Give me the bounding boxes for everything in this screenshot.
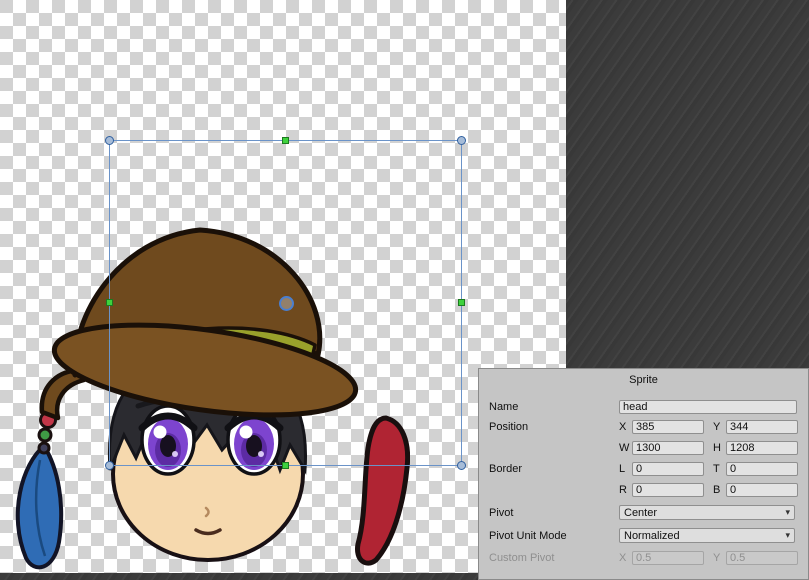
name-row: Name (489, 398, 795, 415)
position-row-xy: Position X Y (489, 418, 795, 435)
border-l-input[interactable] (632, 462, 704, 476)
border-b-input[interactable] (726, 483, 798, 497)
position-w-input[interactable] (632, 441, 704, 455)
selection-handle-bottom-left[interactable] (105, 461, 114, 470)
selection-handle-top-left[interactable] (105, 136, 114, 145)
t-axis-label: T (713, 463, 723, 475)
sprite-panel: Sprite Name Position X Y W H Border L T … (478, 368, 809, 580)
l-axis-label: L (619, 463, 629, 475)
w-axis-label: W (619, 442, 629, 454)
custom-pivot-x-input (632, 551, 704, 565)
position-row-wh: W H (489, 439, 795, 456)
name-input[interactable] (619, 400, 797, 414)
custom-pivot-label: Custom Pivot (489, 552, 619, 564)
selection-handle-right-mid[interactable] (458, 299, 465, 306)
custom-pivot-row: Custom Pivot X Y (489, 549, 795, 566)
chevron-down-icon: ▾ (785, 530, 790, 541)
selection-handle-bottom-right[interactable] (457, 461, 466, 470)
y-axis-label: Y (713, 421, 723, 433)
selection-handle-left-mid[interactable] (106, 299, 113, 306)
pivot-unit-mode-value: Normalized (624, 530, 785, 542)
h-axis-label: H (713, 442, 723, 454)
r-axis-label: R (619, 484, 629, 496)
border-row-lt: Border L T (489, 460, 795, 477)
custom-pivot-y-input (726, 551, 798, 565)
x-axis-label: X (619, 421, 629, 433)
chevron-down-icon: ▾ (785, 507, 790, 518)
position-x-input[interactable] (632, 420, 704, 434)
border-t-input[interactable] (726, 462, 798, 476)
custom-pivot-x-axis-label: X (619, 552, 629, 564)
b-axis-label: B (713, 484, 723, 496)
pivot-unit-mode-row: Pivot Unit Mode Normalized ▾ (489, 527, 795, 544)
panel-title: Sprite (479, 374, 808, 386)
position-y-input[interactable] (726, 420, 798, 434)
selection-handle-bottom-mid[interactable] (282, 462, 289, 469)
position-h-input[interactable] (726, 441, 798, 455)
name-label: Name (489, 401, 619, 413)
border-r-input[interactable] (632, 483, 704, 497)
pivot-label: Pivot (489, 507, 619, 519)
selection-handle-top-mid[interactable] (282, 137, 289, 144)
custom-pivot-y-axis-label: Y (713, 552, 723, 564)
pivot-unit-mode-label: Pivot Unit Mode (489, 530, 619, 542)
border-row-rb: R B (489, 481, 795, 498)
sprite-selection-rect[interactable] (109, 140, 462, 466)
selection-handle-top-right[interactable] (457, 136, 466, 145)
pivot-row: Pivot Center ▾ (489, 504, 795, 521)
pivot-dropdown[interactable]: Center ▾ (619, 505, 795, 520)
position-label: Position (489, 421, 619, 433)
border-label: Border (489, 463, 619, 475)
pivot-unit-mode-dropdown[interactable]: Normalized ▾ (619, 528, 795, 543)
pivot-handle[interactable] (279, 296, 294, 311)
pivot-dropdown-value: Center (624, 507, 785, 519)
